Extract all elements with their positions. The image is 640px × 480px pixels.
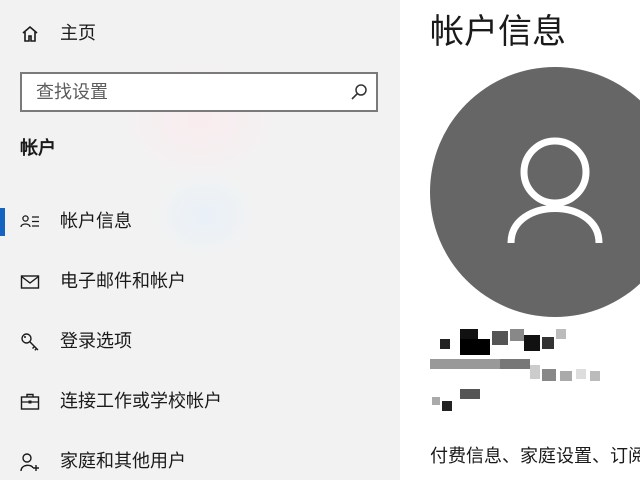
main-panel: 帐户信息 付费信息、家庭设置、订阅 <box>400 0 640 480</box>
mail-icon <box>20 272 40 292</box>
search-icon[interactable] <box>350 83 368 101</box>
sidebar-item-email-accounts[interactable]: 电子邮件和帐户 <box>0 260 400 304</box>
avatar <box>430 67 640 317</box>
user-icon <box>507 137 607 247</box>
home-nav-item[interactable]: 主页 <box>0 14 400 54</box>
search-box[interactable] <box>20 72 378 112</box>
sidebar-item-account-info[interactable]: 帐户信息 <box>0 200 400 244</box>
sidebar: 主页 帐户 帐户信息 <box>0 0 400 480</box>
billing-family-subscriptions-text: 付费信息、家庭设置、订阅 <box>430 446 640 467</box>
page-title: 帐户信息 <box>430 12 566 52</box>
settings-window: 主页 帐户 帐户信息 <box>0 0 640 480</box>
sidebar-item-work-school[interactable]: 连接工作或学校帐户 <box>0 380 400 424</box>
sidebar-item-label: 连接工作或学校帐户 <box>60 391 222 412</box>
section-title: 帐户 <box>20 138 56 159</box>
sidebar-item-label: 帐户信息 <box>60 211 132 232</box>
search-input[interactable] <box>22 74 356 110</box>
home-icon <box>20 24 40 44</box>
briefcase-icon <box>20 392 40 412</box>
home-label: 主页 <box>60 23 96 44</box>
key-icon <box>20 332 40 352</box>
sidebar-item-label: 电子邮件和帐户 <box>60 271 186 292</box>
redacted-account-details <box>430 325 610 415</box>
account-info-icon <box>20 212 40 232</box>
sidebar-item-label: 登录选项 <box>60 331 132 352</box>
sidebar-item-family-users[interactable]: 家庭和其他用户 <box>0 440 400 480</box>
sidebar-item-sign-in-options[interactable]: 登录选项 <box>0 320 400 364</box>
sidebar-item-label: 家庭和其他用户 <box>60 451 186 472</box>
selected-indicator <box>0 208 5 236</box>
person-add-icon <box>20 452 40 472</box>
